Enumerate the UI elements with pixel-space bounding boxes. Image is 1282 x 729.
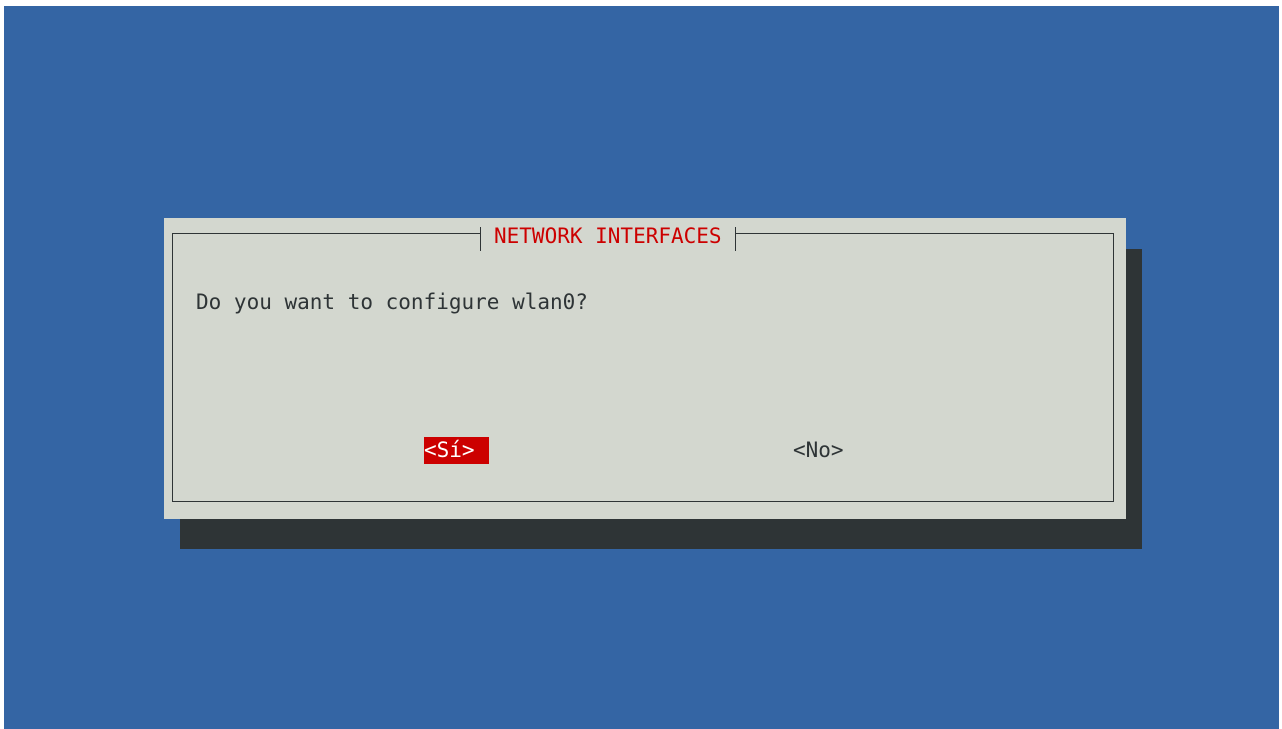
title-divider-right [734,227,736,251]
no-button[interactable]: <No> [793,437,844,464]
dialog-title: NETWORK INTERFACES [494,224,722,248]
dialog-message: Do you want to configure wlan0? [196,290,588,314]
yes-button[interactable]: <Sí> [424,437,489,464]
dialog-frame [172,233,1114,502]
dialog-box: NETWORK INTERFACES Do you want to config… [164,218,1126,519]
dialog-title-container: NETWORK INTERFACES [480,221,736,251]
terminal-screen: NETWORK INTERFACES Do you want to config… [4,6,1279,729]
title-divider-left [480,227,481,251]
